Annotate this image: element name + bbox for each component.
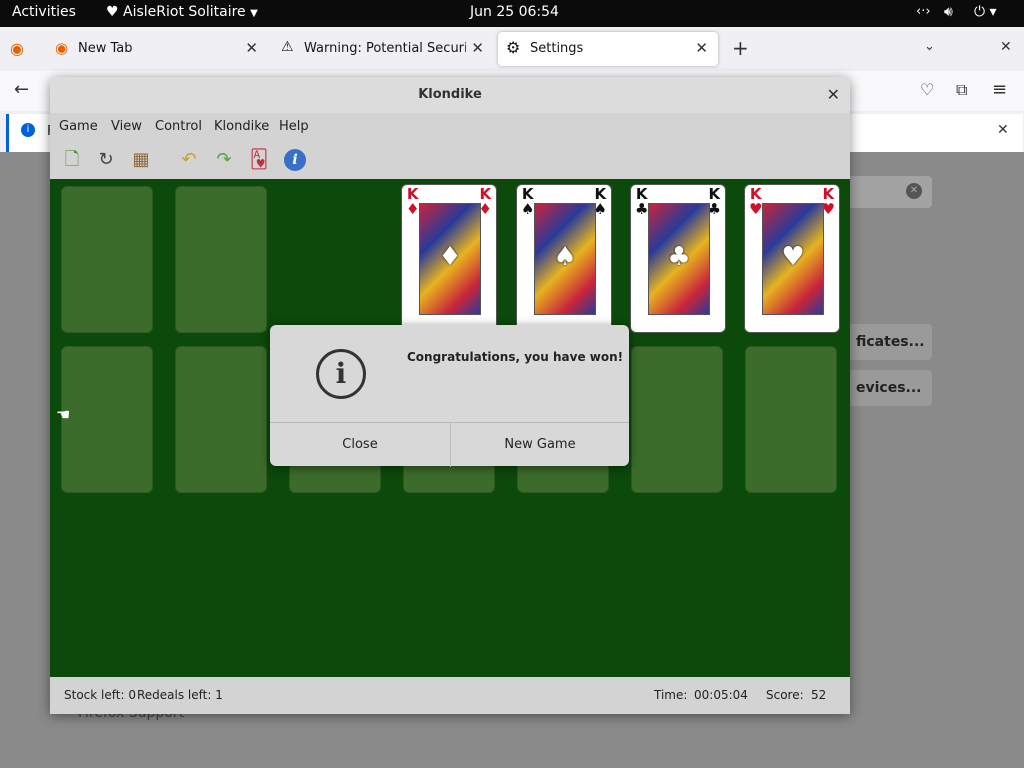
button-label: ficates... xyxy=(856,334,925,350)
tableau-slot[interactable] xyxy=(631,346,723,493)
stock-left: Stock left: 0 xyxy=(64,688,136,702)
tableau-slot[interactable] xyxy=(61,346,153,493)
window-title: Klondike xyxy=(50,77,850,113)
power-icon[interactable]: ⏻ ▾ xyxy=(974,4,997,20)
firefox-icon: ◉ xyxy=(55,39,69,57)
hint-icon[interactable]: 🂱 xyxy=(248,149,270,171)
top-bar: Activities ♥ AisleRiot Solitaire ▼ Jun 2… xyxy=(0,0,1024,27)
app-menu[interactable]: ♥ AisleRiot Solitaire ▼ xyxy=(106,4,258,20)
menu-icon[interactable]: ≡ xyxy=(992,79,1007,100)
foundation-card[interactable]: K ♥ K ♥ ♥ xyxy=(744,184,840,333)
info-icon: i xyxy=(21,123,35,137)
redo-icon[interactable]: ↷ xyxy=(213,149,235,171)
score-value: 52 xyxy=(811,688,827,702)
chevron-down-icon: ▼ xyxy=(250,8,258,19)
menu-bar: Game View Control Klondike Help xyxy=(50,113,850,141)
tab-label: Warning: Potential Security R xyxy=(304,41,466,56)
volume-icon[interactable]: 🔊︎ xyxy=(944,4,953,20)
select-game-icon[interactable]: ▦ xyxy=(130,149,152,171)
hand-cursor-icon: ☚ xyxy=(56,405,71,424)
tableau-slot[interactable] xyxy=(175,346,267,493)
score-label: Score: xyxy=(766,688,804,702)
app-name: AisleRiot Solitaire xyxy=(123,4,246,20)
status-bar: Stock left: 0 Redeals left: 1 Time: 00:0… xyxy=(50,677,850,714)
time-label: Time: xyxy=(654,688,688,702)
tab-settings[interactable]: ⚙ Settings ✕ xyxy=(498,32,718,66)
dialog-message: Congratulations, you have won! xyxy=(407,350,624,364)
tab-label: Settings xyxy=(530,41,584,56)
tab-label: New Tab xyxy=(78,41,133,56)
app-icon: ♥ xyxy=(106,4,119,20)
clock[interactable]: Jun 25 06:54 xyxy=(470,4,559,20)
close-icon[interactable]: ✕ xyxy=(827,77,840,113)
search-input[interactable]: ✕ xyxy=(846,176,932,208)
menu-game[interactable]: Game xyxy=(59,119,98,134)
info-icon: i xyxy=(316,349,366,399)
card-rank: K ♣ xyxy=(635,185,649,218)
card-rank: K ♥ xyxy=(749,185,763,218)
gear-icon: ⚙ xyxy=(506,38,521,57)
button-label: evices... xyxy=(856,380,922,396)
king-face: ♠ xyxy=(534,203,596,315)
menu-help[interactable]: Help xyxy=(279,119,309,134)
time-value: 00:05:04 xyxy=(694,688,748,702)
king-face: ♣ xyxy=(648,203,710,315)
redeals-left: Redeals left: 1 xyxy=(137,688,223,702)
toolbar: 🗋 ↻ ▦ ↶ ↷ 🂱 i xyxy=(50,141,850,180)
foundation-card[interactable]: K ♣ K ♣ ♣ xyxy=(630,184,726,333)
info-icon[interactable]: i xyxy=(284,149,306,171)
new-game-icon[interactable]: 🗋 xyxy=(61,149,83,171)
dialog-buttons: Close New Game xyxy=(270,422,629,467)
tableau-slot[interactable] xyxy=(745,346,837,493)
new-game-button[interactable]: New Game xyxy=(451,423,629,467)
back-icon[interactable]: ← xyxy=(14,79,29,100)
activities-button[interactable]: Activities xyxy=(12,4,76,20)
undo-icon[interactable]: ↶ xyxy=(178,149,200,171)
firefox-view-icon[interactable]: ◉ xyxy=(10,39,24,58)
extensions-icon[interactable]: ⧉ xyxy=(956,80,967,100)
menu-view[interactable]: View xyxy=(111,119,142,134)
foundation-card[interactable]: K ♠ K ♠ ♠ xyxy=(516,184,612,333)
warning-icon: ⚠ xyxy=(281,39,294,55)
new-tab-button[interactable]: + xyxy=(732,36,749,60)
waste-slot[interactable] xyxy=(175,186,267,333)
stock-slot[interactable] xyxy=(61,186,153,333)
king-face: ♦ xyxy=(419,203,481,315)
pocket-icon[interactable]: ♡ xyxy=(920,80,934,99)
menu-control[interactable]: Control xyxy=(155,119,202,134)
network-icon[interactable]: ‹·› xyxy=(916,4,931,19)
card-rank: K ♦ xyxy=(406,185,420,218)
tab-security-warning[interactable]: ⚠ Warning: Potential Security R ✕ xyxy=(272,32,494,66)
close-icon[interactable]: ✕ xyxy=(997,122,1009,138)
king-face: ♥ xyxy=(762,203,824,315)
win-dialog: i Congratulations, you have won! Close N… xyxy=(270,325,629,467)
card-rank: K ♠ xyxy=(521,185,535,218)
close-icon[interactable]: ✕ xyxy=(245,39,258,57)
window-close-icon[interactable]: ✕ xyxy=(1000,39,1012,55)
tab-new-tab[interactable]: ◉ New Tab ✕ xyxy=(46,32,268,66)
clear-icon[interactable]: ✕ xyxy=(906,183,922,199)
tab-list-icon[interactable]: ⌄ xyxy=(924,39,935,54)
foundation-card[interactable]: K ♦ K ♦ ♦ xyxy=(401,184,497,333)
close-button[interactable]: Close xyxy=(270,423,451,467)
restart-icon[interactable]: ↻ xyxy=(95,149,117,171)
tab-strip: ◉ ◉ New Tab ✕ ⚠ Warning: Potential Secur… xyxy=(0,27,1024,71)
security-devices-button[interactable]: evices... xyxy=(846,370,932,406)
menu-klondike[interactable]: Klondike xyxy=(214,119,269,134)
close-icon[interactable]: ✕ xyxy=(471,39,484,57)
certificates-button[interactable]: ficates... xyxy=(846,324,932,360)
close-icon[interactable]: ✕ xyxy=(695,39,708,57)
